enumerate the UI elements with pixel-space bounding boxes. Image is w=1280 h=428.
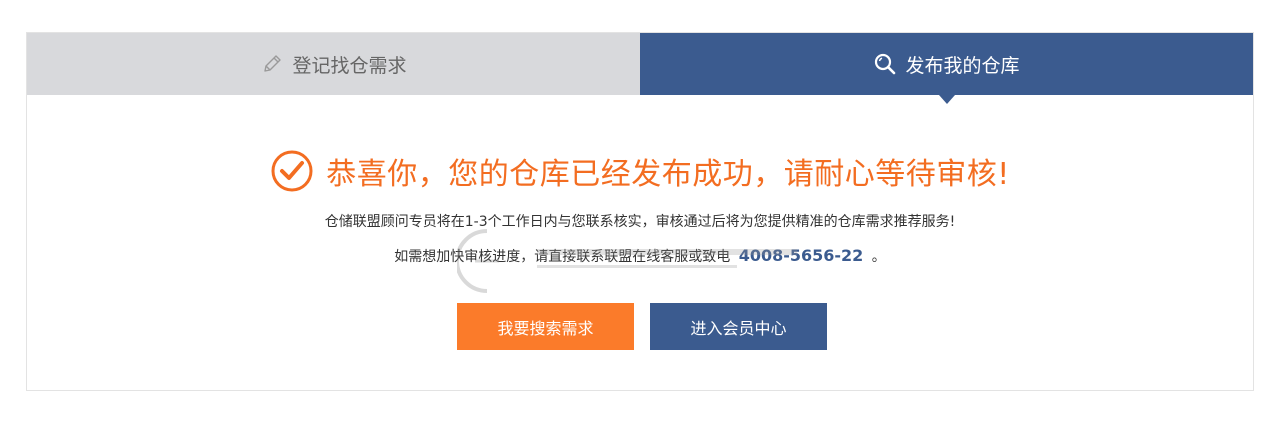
search-icon <box>873 52 897 76</box>
publish-result-panel: 登记找仓需求 发布我的仓库 恭喜你，您的仓库已经发布成功，请耐心等待审核! 仓储… <box>26 32 1254 391</box>
contact-notice-end: 。 <box>871 249 886 265</box>
contact-notice: 如需想加快审核进度，请直接联系联盟在线客服或致电 4008-5656-22 。 <box>27 246 1253 266</box>
search-demand-button[interactable]: 我要搜索需求 <box>457 303 634 350</box>
active-tab-pointer <box>938 95 955 104</box>
tab-publish-warehouse[interactable]: 发布我的仓库 <box>640 33 1253 104</box>
tab-register-demand-label: 登记找仓需求 <box>292 54 407 77</box>
check-circle-icon <box>270 149 314 193</box>
contact-notice-text: 如需想加快审核进度，请直接联系联盟在线客服或致电 <box>394 249 731 265</box>
success-headline: 恭喜你，您的仓库已经发布成功，请耐心等待审核! <box>27 149 1253 193</box>
success-headline-text: 恭喜你，您的仓库已经发布成功，请耐心等待审核! <box>326 157 1010 192</box>
tab-publish-warehouse-label: 发布我的仓库 <box>905 54 1020 77</box>
tab-register-demand[interactable]: 登记找仓需求 <box>27 33 640 95</box>
tab-bar: 登记找仓需求 发布我的仓库 <box>27 33 1253 104</box>
member-center-button[interactable]: 进入会员中心 <box>650 303 827 350</box>
service-phone: 4008-5656-22 <box>738 246 864 265</box>
consultant-notice: 仓储联盟顾问专员将在1-3个工作日内与您联系核实，审核通过后将为您提供精准的仓库… <box>324 214 956 230</box>
pencil-icon <box>260 52 284 76</box>
